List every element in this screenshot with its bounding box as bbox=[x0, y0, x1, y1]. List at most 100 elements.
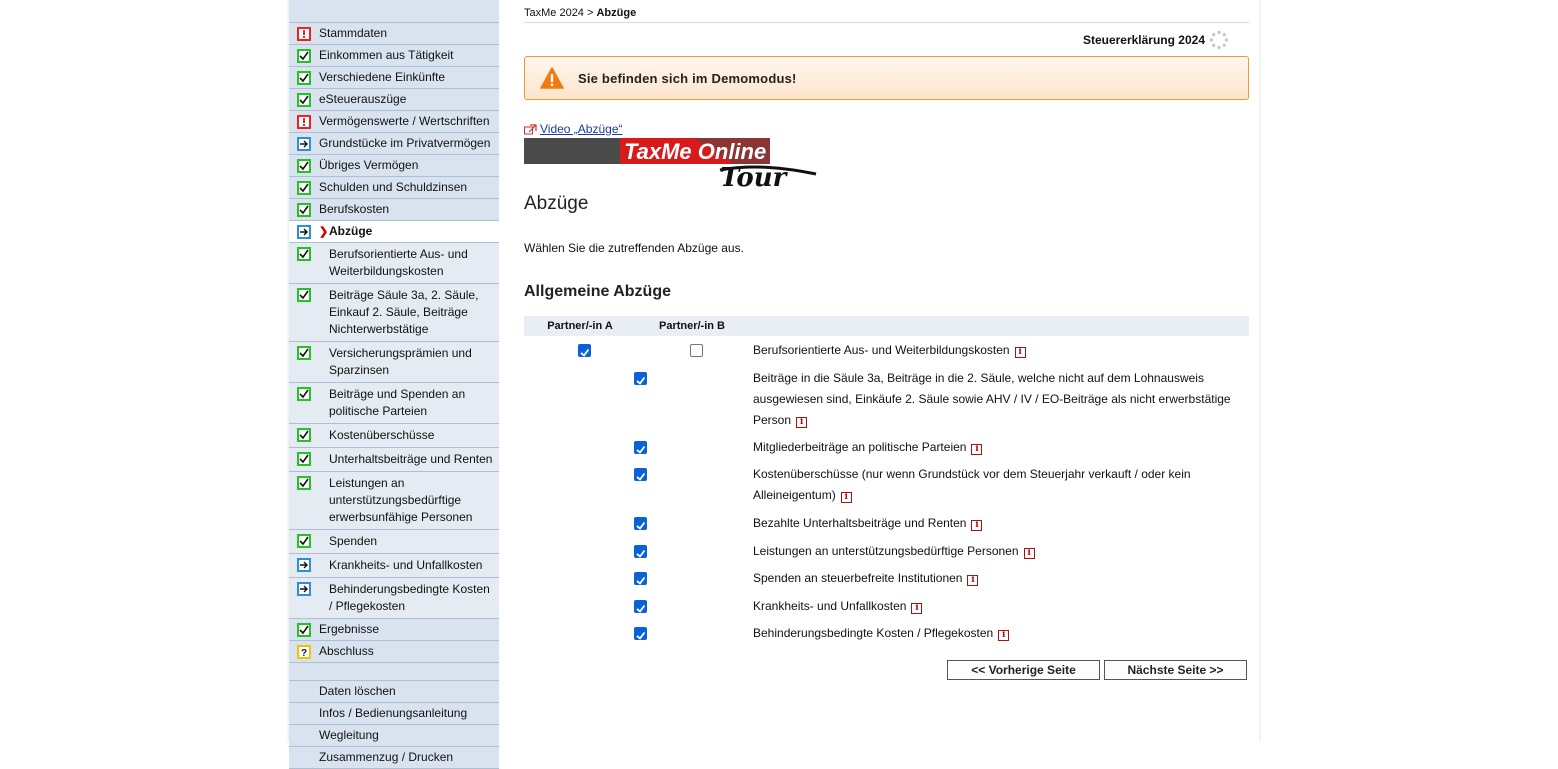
sidebar-item-uebriges-vermoegen[interactable]: Übriges Vermögen bbox=[289, 155, 499, 177]
arrow-right-icon bbox=[297, 582, 311, 596]
table-row: Mitgliederbeiträge an politische Parteie… bbox=[524, 437, 1249, 459]
checkbox-weiterbildung-a[interactable] bbox=[578, 344, 591, 357]
checkbox-kostenueberschuesse[interactable] bbox=[634, 468, 647, 481]
declaration-title: Steuererklärung 2024 bbox=[1082, 33, 1205, 47]
row-label: Behinderungsbedingte Kosten / Pflegekost… bbox=[753, 623, 1248, 644]
section-title: Allgemeine Abzüge bbox=[524, 283, 671, 300]
next-page-button[interactable]: Nächste Seite >> bbox=[1104, 660, 1247, 680]
check-icon bbox=[297, 387, 311, 401]
current-chevron-icon: ❯ bbox=[319, 226, 329, 238]
checkbox-parteien[interactable] bbox=[634, 441, 647, 454]
arrow-right-icon bbox=[297, 225, 311, 239]
check-icon bbox=[297, 247, 311, 261]
checkbox-behinderung[interactable] bbox=[634, 627, 647, 640]
checkbox-saeule3a[interactable] bbox=[634, 372, 647, 385]
row-label: Spenden an steuerbefreite Institutionen i bbox=[753, 568, 1248, 589]
main-content: TaxMe 2024 > Abzüge Steuererklärung 2024… bbox=[524, 0, 1249, 741]
arrow-right-icon bbox=[297, 137, 311, 151]
info-icon[interactable]: i bbox=[796, 417, 808, 428]
previous-page-button[interactable]: << Vorherige Seite bbox=[947, 660, 1100, 680]
row-label: Kostenüberschüsse (nur wenn Grundstück v… bbox=[753, 467, 1191, 503]
info-icon[interactable]: i bbox=[840, 492, 852, 503]
column-partner-a: Partner/-in A bbox=[547, 320, 613, 332]
table-row: Kostenüberschüsse (nur wenn Grundstück v… bbox=[524, 464, 1249, 508]
sidebar-util-infos[interactable]: Infos / Bedienungsanleitung bbox=[289, 703, 499, 725]
sidebar-subitem-krankheit[interactable]: Krankheits- und Unfallkosten bbox=[289, 554, 499, 578]
video-link-text: Video „Abzüge“ bbox=[540, 122, 623, 136]
check-icon bbox=[297, 203, 311, 217]
question-icon: ? bbox=[297, 645, 311, 659]
exclamation-icon bbox=[297, 115, 311, 129]
check-icon bbox=[297, 288, 311, 302]
banner-brand-text: TaxMe Online bbox=[624, 139, 766, 164]
sidebar-item-abschluss[interactable]: ? Abschluss bbox=[289, 641, 499, 663]
sidebar-item-esteuerauszuege[interactable]: eSteuerauszüge bbox=[289, 89, 499, 111]
info-icon[interactable]: i bbox=[1014, 347, 1026, 358]
checkbox-weiterbildung-b[interactable] bbox=[690, 344, 703, 357]
check-icon bbox=[297, 534, 311, 548]
sidebar-subitem-parteien[interactable]: Beiträge und Spenden an politische Parte… bbox=[289, 383, 499, 424]
table-row: Berufsorientierte Aus- und Weiterbildung… bbox=[524, 340, 1249, 362]
sidebar-top-spacer bbox=[289, 0, 499, 23]
breadcrumb-divider bbox=[524, 22, 1249, 23]
breadcrumb: TaxMe 2024 > Abzüge bbox=[524, 7, 636, 19]
sidebar-item-ergebnisse[interactable]: Ergebnisse bbox=[289, 619, 499, 641]
table-row: Krankheits- und Unfallkosten i bbox=[524, 596, 1249, 618]
external-link-icon bbox=[524, 124, 537, 135]
sidebar-item-schulden[interactable]: Schulden und Schuldzinsen bbox=[289, 177, 499, 199]
page-shadow-right bbox=[1259, 0, 1262, 741]
row-label: Leistungen an unterstützungsbedürftige P… bbox=[753, 541, 1248, 562]
sidebar-subitem-saeule3a[interactable]: Beiträge Säule 3a, 2. Säule, Einkauf 2. … bbox=[289, 284, 499, 342]
loading-spinner-icon bbox=[1209, 30, 1229, 50]
exclamation-icon bbox=[297, 27, 311, 41]
row-label: Berufsorientierte Aus- und Weiterbildung… bbox=[753, 340, 1248, 361]
sidebar-util-daten-loeschen[interactable]: Daten löschen bbox=[289, 681, 499, 703]
check-icon bbox=[297, 476, 311, 490]
sidebar-subitem-unterhalt[interactable]: Unterhaltsbeiträge und Renten bbox=[289, 448, 499, 472]
table-row: Spenden an steuerbefreite Institutionen i bbox=[524, 568, 1249, 590]
check-icon bbox=[297, 346, 311, 360]
row-label: Beiträge in die Säule 3a, Beiträge in di… bbox=[753, 371, 1231, 428]
sidebar-item-einkommen[interactable]: Einkommen aus Tätigkeit bbox=[289, 45, 499, 67]
check-icon bbox=[297, 93, 311, 107]
info-icon[interactable]: i bbox=[911, 603, 923, 614]
sidebar-item-abzuege[interactable]: ❯ Abzüge bbox=[289, 221, 499, 243]
info-icon[interactable]: i bbox=[971, 520, 983, 531]
check-icon bbox=[297, 452, 311, 466]
checkbox-krankheit[interactable] bbox=[634, 600, 647, 613]
demo-mode-text: Sie befinden sich im Demomodus! bbox=[578, 71, 797, 86]
info-icon[interactable]: i bbox=[998, 630, 1010, 641]
check-icon bbox=[297, 428, 311, 442]
info-icon[interactable]: i bbox=[1023, 548, 1035, 559]
breadcrumb-root[interactable]: TaxMe 2024 bbox=[524, 7, 584, 19]
info-icon[interactable]: i bbox=[967, 575, 979, 586]
sidebar-subitem-spenden[interactable]: Spenden bbox=[289, 530, 499, 554]
sidebar-util-wegleitung[interactable]: Wegleitung bbox=[289, 725, 499, 747]
sidebar-subitem-versicherung[interactable]: Versicherungsprämien und Sparzinsen bbox=[289, 342, 499, 383]
page-title: Abzüge bbox=[524, 193, 589, 214]
sidebar-subitem-behinderung[interactable]: Behinderungsbedingte Kosten / Pflegekost… bbox=[289, 578, 499, 619]
row-label: Bezahlte Unterhaltsbeiträge und Renten i bbox=[753, 513, 1248, 534]
checkbox-spenden[interactable] bbox=[634, 572, 647, 585]
sidebar-item-einkuenfte[interactable]: Verschiedene Einkünfte bbox=[289, 67, 499, 89]
sidebar-subitem-weiterbildung[interactable]: Berufsorientierte Aus- und Weiterbildung… bbox=[289, 243, 499, 284]
table-row: Behinderungsbedingte Kosten / Pflegekost… bbox=[524, 623, 1249, 645]
sidebar-subitem-kostenueberschuesse[interactable]: Kostenüberschüsse bbox=[289, 424, 499, 448]
check-icon bbox=[297, 181, 311, 195]
sidebar-item-berufskosten[interactable]: Berufskosten bbox=[289, 199, 499, 221]
checkbox-unterhalt[interactable] bbox=[634, 517, 647, 530]
sidebar-nav: Stammdaten Einkommen aus Tätigkeit Versc… bbox=[289, 0, 499, 769]
checkbox-leistungen[interactable] bbox=[634, 545, 647, 558]
video-link[interactable]: Video „Abzüge“ bbox=[524, 122, 623, 136]
sidebar-util-drucken[interactable]: Zusammenzug / Drucken bbox=[289, 747, 499, 769]
taxme-online-tour-banner[interactable]: TaxMe Online Tour bbox=[524, 138, 824, 192]
sidebar-item-vermoegenswerte[interactable]: Vermögenswerte / Wertschriften bbox=[289, 111, 499, 133]
warning-icon bbox=[540, 67, 564, 89]
sidebar-item-stammdaten[interactable]: Stammdaten bbox=[289, 23, 499, 45]
info-icon[interactable]: i bbox=[971, 444, 983, 455]
arrow-right-icon bbox=[297, 558, 311, 572]
breadcrumb-current: Abzüge bbox=[596, 7, 637, 19]
check-icon bbox=[297, 623, 311, 637]
sidebar-item-grundstuecke[interactable]: Grundstücke im Privatvermögen bbox=[289, 133, 499, 155]
sidebar-subitem-leistungen[interactable]: Leistungen an unterstützungsbedürftige e… bbox=[289, 472, 499, 530]
